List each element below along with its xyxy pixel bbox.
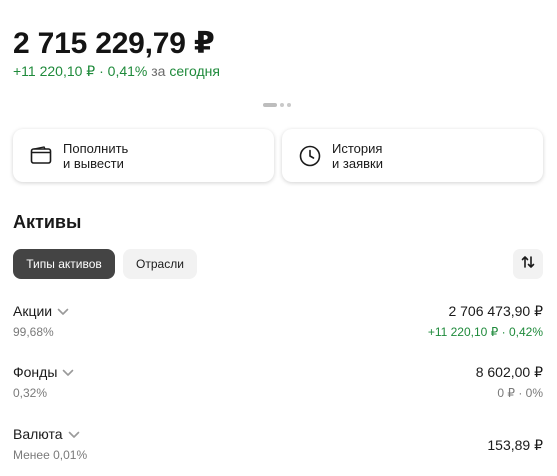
change-amount: +11 220,10 ₽ — [13, 63, 96, 79]
sort-button[interactable] — [513, 249, 543, 279]
chevron-down-icon — [68, 426, 80, 442]
asset-name: Акции — [13, 303, 53, 319]
filter-industries[interactable]: Отрасли — [123, 249, 197, 279]
asset-row-stocks[interactable]: Акции 99,68% 2 706 473,90 ₽ +11 220,10 ₽… — [13, 303, 543, 343]
carousel-pager — [263, 103, 291, 107]
assets-section-title: Активы — [13, 212, 82, 232]
change-percent: 0,41% — [107, 63, 148, 79]
chevron-down-icon — [57, 303, 69, 319]
asset-value: 153,89 ₽ — [487, 437, 543, 453]
sort-arrows-icon — [520, 254, 536, 275]
asset-row-currency[interactable]: Валюта Менее 0,01% 153,89 ₽ — [13, 426, 543, 466]
period-selector[interactable]: сегодня — [169, 63, 220, 79]
pager-dot[interactable] — [280, 103, 284, 107]
deposit-label-line2: и вывести — [63, 155, 124, 171]
asset-name: Фонды — [13, 364, 58, 380]
deposit-label-line1: Пополнить — [63, 140, 129, 156]
portfolio-change: +11 220,10 ₽ · 0,41% за сегодня — [13, 63, 220, 80]
asset-share: 0,32% — [13, 386, 48, 400]
wallet-icon — [30, 145, 52, 167]
pager-dot-active[interactable] — [263, 103, 277, 107]
clock-icon — [299, 145, 321, 167]
asset-value: 8 602,00 ₽ — [475, 364, 543, 380]
asset-value: 2 706 473,90 ₽ — [448, 303, 543, 319]
asset-row-funds[interactable]: Фонды 0,32% 8 602,00 ₽ 0 ₽ · 0% — [13, 364, 543, 404]
asset-name: Валюта — [13, 426, 63, 442]
history-label-line2: и заявки — [332, 155, 383, 171]
portfolio-total: 2 715 229,79 ₽ — [13, 27, 215, 60]
history-label-line1: История — [332, 140, 383, 156]
asset-delta: 0 ₽ · 0% — [497, 386, 543, 400]
filter-asset-types[interactable]: Типы активов — [13, 249, 115, 279]
asset-delta: +11 220,10 ₽ · 0,42% — [427, 325, 543, 339]
asset-share: Менее 0,01% — [13, 448, 88, 462]
chevron-down-icon — [62, 364, 74, 380]
pager-dot[interactable] — [287, 103, 291, 107]
period-prefix: за — [151, 63, 166, 79]
deposit-withdraw-button[interactable]: Пополнить и вывести — [13, 129, 274, 182]
asset-share: 99,68% — [13, 325, 54, 339]
change-separator: · — [99, 63, 104, 79]
history-orders-button[interactable]: История и заявки — [282, 129, 543, 182]
